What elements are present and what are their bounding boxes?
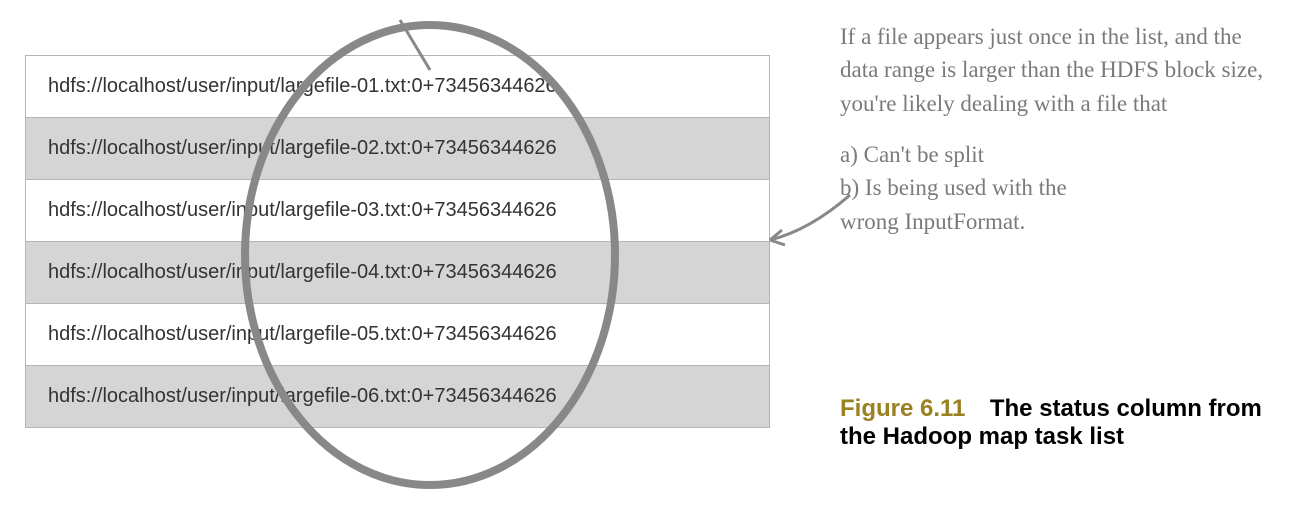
status-cell: hdfs://localhost/user/input/largefile-02…	[26, 118, 770, 180]
status-cell: hdfs://localhost/user/input/largefile-01…	[26, 56, 770, 118]
status-cell: hdfs://localhost/user/input/largefile-06…	[26, 366, 770, 428]
table-row: hdfs://localhost/user/input/largefile-04…	[26, 242, 770, 304]
annotation-item-a: a) Can't be split	[840, 138, 1265, 171]
table-row: hdfs://localhost/user/input/largefile-06…	[26, 366, 770, 428]
status-column-table: hdfs://localhost/user/input/largefile-01…	[25, 55, 770, 428]
table-row: hdfs://localhost/user/input/largefile-03…	[26, 180, 770, 242]
table-row: hdfs://localhost/user/input/largefile-02…	[26, 118, 770, 180]
annotation-area: If a file appears just once in the list,…	[800, 0, 1295, 506]
status-cell: hdfs://localhost/user/input/largefile-04…	[26, 242, 770, 304]
table-row: hdfs://localhost/user/input/largefile-01…	[26, 56, 770, 118]
table-row: hdfs://localhost/user/input/largefile-05…	[26, 304, 770, 366]
figure-caption: Figure 6.11 The status column from the H…	[840, 395, 1275, 451]
figure-label: Figure 6.11	[840, 395, 965, 422]
annotation-item-b: b) Is being used with the	[840, 171, 1265, 204]
annotation-intro: If a file appears just once in the list,…	[840, 20, 1265, 120]
status-cell: hdfs://localhost/user/input/largefile-03…	[26, 180, 770, 242]
figure-caption-text	[970, 395, 990, 422]
status-cell: hdfs://localhost/user/input/largefile-05…	[26, 304, 770, 366]
status-table-area: hdfs://localhost/user/input/largefile-01…	[0, 0, 800, 506]
annotation-item-b-cont: wrong InputFormat.	[840, 205, 1265, 238]
annotation-list: a) Can't be split b) Is being used with …	[840, 138, 1265, 238]
